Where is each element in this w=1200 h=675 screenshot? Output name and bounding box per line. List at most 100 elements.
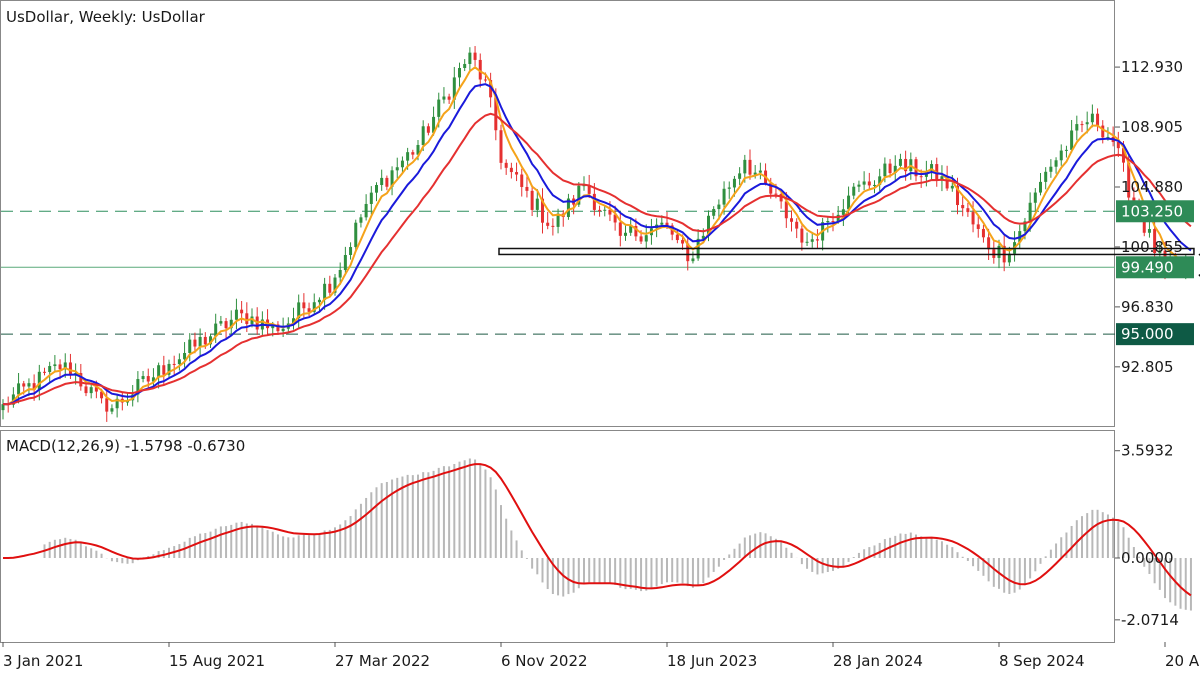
candle bbox=[976, 215, 980, 238]
candle bbox=[219, 315, 223, 326]
candle bbox=[385, 175, 389, 191]
candle bbox=[473, 46, 477, 67]
candle bbox=[447, 93, 451, 104]
candle bbox=[177, 353, 181, 371]
candle bbox=[229, 310, 233, 336]
candle bbox=[509, 162, 513, 179]
moving-average-2 bbox=[2, 112, 1192, 406]
date-tick-label: 18 Jun 2023 bbox=[667, 652, 757, 670]
candle bbox=[898, 153, 902, 170]
candle bbox=[198, 328, 202, 356]
candle bbox=[343, 246, 347, 273]
candle bbox=[1049, 159, 1053, 178]
candle bbox=[1147, 219, 1151, 238]
candle bbox=[115, 394, 119, 418]
level-badge-1: 99.490 bbox=[1116, 256, 1194, 279]
support-zone bbox=[498, 247, 1195, 256]
candle bbox=[1033, 188, 1037, 212]
candle bbox=[551, 218, 555, 236]
candle bbox=[546, 211, 550, 230]
price-pane bbox=[1, 46, 1200, 422]
price-tick-label: 100.855 bbox=[1121, 238, 1183, 256]
candle bbox=[961, 194, 965, 217]
price-tick-label: 96.830 bbox=[1121, 298, 1174, 316]
candle bbox=[48, 361, 52, 383]
candle bbox=[1116, 131, 1120, 158]
candle bbox=[795, 218, 799, 239]
candle bbox=[1002, 235, 1006, 272]
candle bbox=[805, 232, 809, 246]
candle bbox=[426, 123, 430, 136]
candle bbox=[489, 72, 493, 108]
usdollar-weekly-chart: 112.930 108.905 104.880 100.855 96.830 92.805… bbox=[0, 0, 1200, 670]
candle bbox=[84, 382, 88, 397]
candle bbox=[1, 399, 5, 420]
candle bbox=[992, 241, 996, 264]
candle bbox=[727, 181, 731, 199]
candle bbox=[712, 206, 716, 220]
date-tick-label: 28 Jan 2024 bbox=[833, 652, 923, 670]
macd-pane bbox=[3, 458, 1192, 611]
candle bbox=[670, 223, 674, 241]
candle bbox=[541, 188, 544, 234]
price-tick-label: 112.930 bbox=[1121, 58, 1183, 76]
candle bbox=[11, 387, 15, 408]
candle bbox=[468, 47, 472, 73]
candle bbox=[1096, 108, 1100, 132]
candle bbox=[411, 149, 415, 160]
candle bbox=[442, 87, 446, 104]
macd-title: MACD(12,26,9) -1.5798 -0.6730 bbox=[6, 437, 245, 455]
candle bbox=[867, 172, 871, 190]
candle bbox=[1090, 104, 1094, 128]
candle bbox=[520, 168, 524, 197]
macd-tick-label: 0.0000 bbox=[1121, 549, 1174, 567]
candle bbox=[738, 167, 742, 186]
date-tick-label: 27 Mar 2022 bbox=[335, 652, 430, 670]
candle bbox=[561, 210, 565, 227]
candle bbox=[556, 208, 560, 234]
candle bbox=[862, 171, 866, 191]
candle bbox=[167, 359, 171, 379]
price-tick-label: 108.905 bbox=[1121, 118, 1183, 136]
candle bbox=[764, 163, 768, 186]
date-tick-label: 6 Nov 2022 bbox=[501, 652, 588, 670]
level-badge-0: 103.250 bbox=[1116, 200, 1194, 223]
price-tick-label: 104.880 bbox=[1121, 178, 1183, 196]
macd-tick-label: 3.5932 bbox=[1121, 442, 1174, 460]
macd-pane-frame bbox=[0, 430, 1115, 643]
candle bbox=[748, 149, 752, 180]
candle bbox=[504, 159, 508, 175]
candle bbox=[1054, 157, 1058, 174]
candle bbox=[136, 371, 140, 403]
price-chart-title: UsDollar, Weekly: UsDollar bbox=[6, 8, 206, 26]
candle bbox=[566, 193, 570, 220]
svg-text:95.000: 95.000 bbox=[1121, 325, 1174, 343]
candle bbox=[375, 182, 378, 202]
candle bbox=[790, 210, 793, 232]
candle bbox=[515, 162, 519, 182]
candle bbox=[815, 229, 819, 249]
candle bbox=[234, 298, 238, 330]
candle bbox=[53, 355, 57, 371]
candle bbox=[878, 168, 882, 191]
moving-average-0 bbox=[2, 66, 1192, 406]
candle bbox=[276, 321, 280, 335]
date-tick-label: 15 Aug 2021 bbox=[169, 652, 265, 670]
macd-signal-line bbox=[3, 463, 1192, 597]
level-badge-2: 95.000 bbox=[1116, 323, 1194, 346]
candle bbox=[458, 62, 461, 89]
candle bbox=[172, 355, 176, 375]
candle bbox=[624, 223, 627, 241]
candle bbox=[463, 59, 467, 72]
candle bbox=[395, 157, 399, 179]
candle bbox=[390, 166, 394, 196]
candle bbox=[981, 224, 985, 243]
candle bbox=[380, 169, 384, 191]
candle bbox=[758, 162, 762, 180]
candle bbox=[1039, 172, 1042, 196]
candle bbox=[43, 367, 46, 376]
moving-average-1 bbox=[2, 83, 1192, 406]
candle bbox=[800, 225, 804, 251]
date-tick-label: 3 Jan 2021 bbox=[3, 652, 83, 670]
candle bbox=[369, 186, 373, 215]
